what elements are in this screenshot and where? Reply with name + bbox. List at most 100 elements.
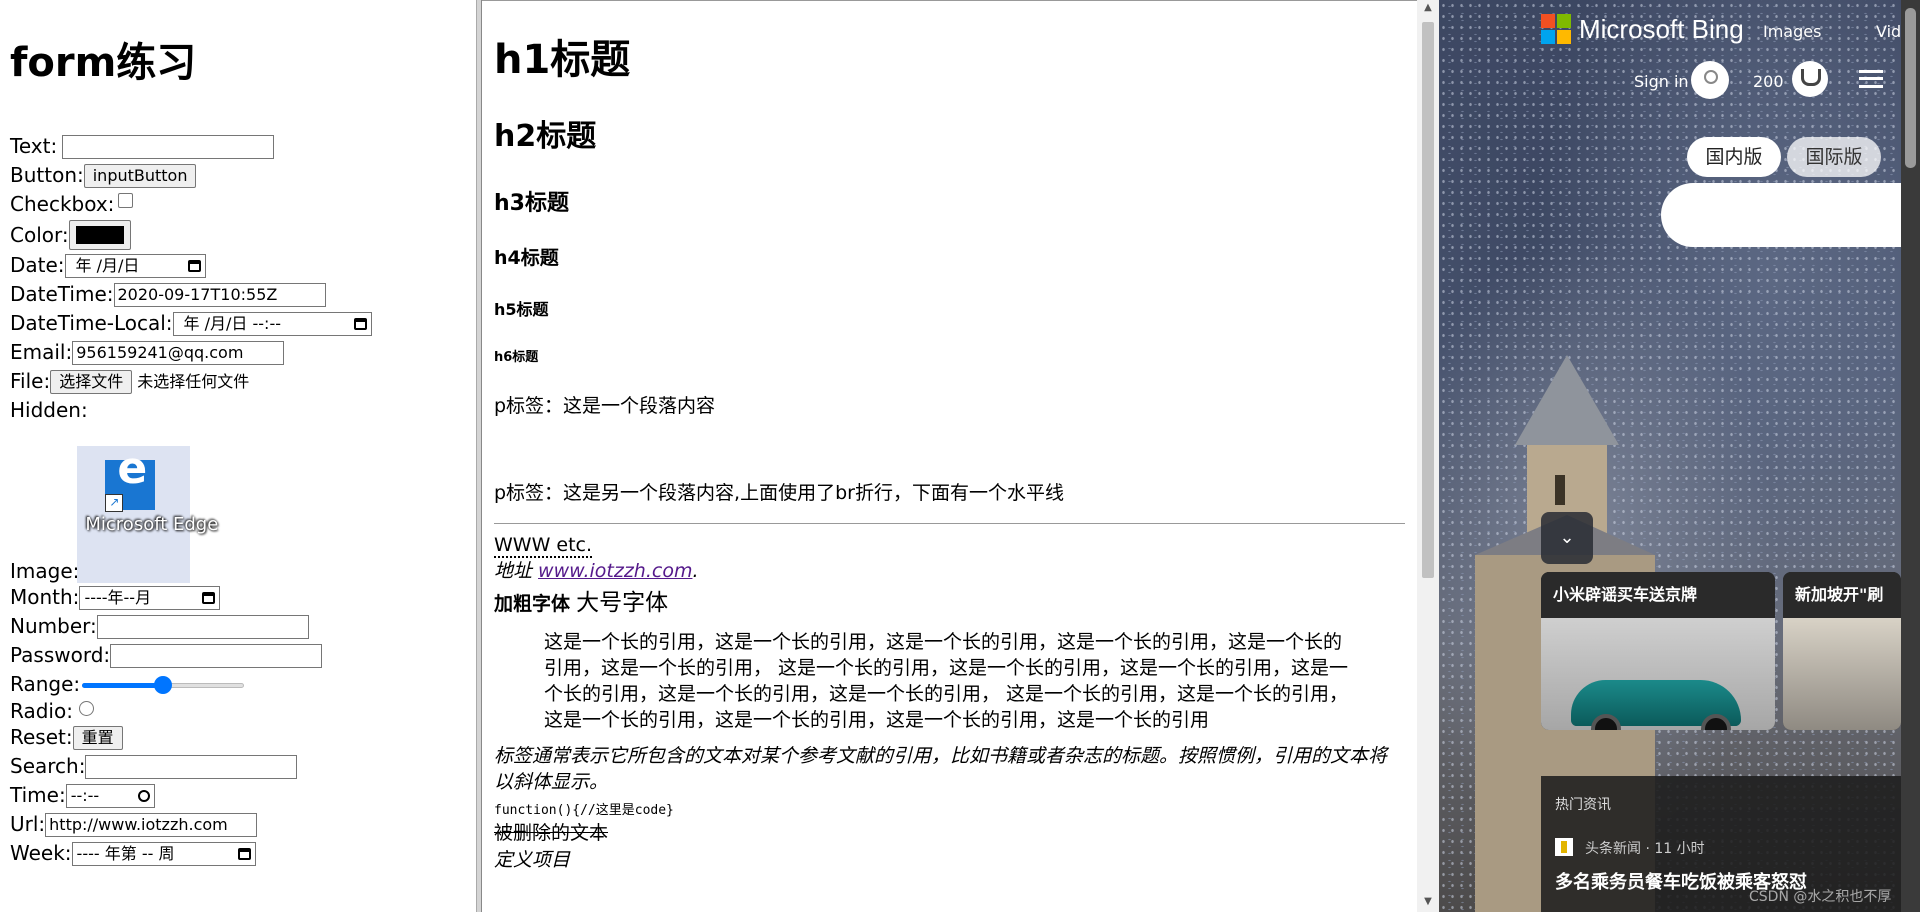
rewards-trophy-icon[interactable] — [1792, 61, 1828, 97]
input-button[interactable]: inputButton — [83, 163, 197, 188]
calendar-icon[interactable] — [187, 259, 201, 272]
heading-h2: h2标题 — [494, 119, 597, 154]
calendar-icon[interactable] — [353, 317, 367, 330]
microsoft-logo-icon[interactable] — [1541, 14, 1571, 44]
scrollbar-thumb[interactable] — [1422, 22, 1434, 578]
url-label: Url: — [10, 812, 46, 836]
clock-icon[interactable] — [137, 789, 150, 802]
tab-domestic[interactable]: 国内版 — [1687, 137, 1781, 177]
hamburger-menu-icon[interactable] — [1859, 70, 1883, 88]
deleted-text: 被删除的文本 — [494, 822, 609, 844]
image-row: Image: ↗ Microsoft Edge — [10, 425, 466, 583]
bathroom-photo — [1783, 618, 1901, 730]
news-card-1-title: 小米辟谣买车送京牌 — [1541, 572, 1775, 618]
heading-h6: h6标题 — [494, 350, 539, 365]
color-row: Color: — [10, 219, 466, 251]
user-avatar-icon[interactable] — [1691, 61, 1729, 99]
range-slider[interactable] — [82, 675, 245, 694]
number-label: Number: — [10, 614, 97, 638]
text-label: Text: — [10, 134, 58, 158]
bing-brand[interactable]: Microsoft Bing — [1579, 14, 1744, 45]
date-value: 年 /月/日 — [75, 256, 140, 275]
week-value: ---- 年第 -- 周 — [76, 844, 175, 863]
big-text: 大号字体 — [576, 590, 669, 616]
html-tags-panel: h1标题 h2标题 h3标题 h4标题 h5标题 h6标题 p标签：这是一个段落… — [482, 0, 1417, 912]
radio-input[interactable] — [78, 700, 94, 716]
month-row: Month: ----年--月 — [10, 583, 466, 612]
time-label: Time: — [10, 783, 66, 807]
text-row: Text: — [10, 132, 466, 161]
text-input[interactable] — [62, 134, 275, 159]
button-row: Button: inputButton — [10, 161, 466, 190]
horizontal-rule — [494, 523, 1405, 524]
shortcut-arrow-icon: ↗ — [105, 494, 124, 512]
bold-text: 加粗字体 — [494, 593, 571, 615]
week-input[interactable]: ---- 年第 -- 周 — [71, 841, 256, 866]
time-value: --:-- — [70, 786, 100, 805]
date-label: Date: — [10, 253, 65, 277]
range-label: Range: — [10, 672, 81, 696]
definition-term: 定义项目 — [494, 849, 571, 871]
scroll-down-arrow-icon[interactable]: ▼ — [1423, 896, 1433, 907]
search-box[interactable] — [1661, 183, 1920, 247]
chevron-down-icon[interactable]: ⌄ — [1541, 512, 1593, 564]
image-label: Image: — [10, 559, 80, 583]
file-row: File: 选择文件 未选择任何文件 — [10, 367, 466, 396]
datetime-local-value: 年 /月/日 --:-- — [183, 314, 281, 333]
scrollbar-thumb[interactable] — [1905, 8, 1916, 168]
news-card-2[interactable]: 新加坡开"刷厕 — [1783, 572, 1901, 730]
checkbox-row: Checkbox: — [10, 190, 466, 219]
reset-button[interactable]: 重置 — [72, 725, 123, 750]
password-input[interactable] — [110, 643, 323, 668]
nav-images[interactable]: Images — [1763, 22, 1821, 41]
news-card-2-title: 新加坡开"刷厕 — [1783, 572, 1901, 650]
tab-international[interactable]: 国际版 — [1787, 137, 1881, 177]
range-thumb[interactable] — [154, 675, 173, 694]
address-prefix: 地址 — [494, 560, 539, 582]
file-label: File: — [10, 369, 51, 393]
heading-h4: h4标题 — [494, 247, 559, 269]
week-label: Week: — [10, 841, 72, 865]
calendar-icon[interactable] — [237, 847, 251, 860]
date-row: Date: 年 /月/日 — [10, 251, 466, 280]
date-input[interactable]: 年 /月/日 — [64, 253, 206, 278]
checkbox-input[interactable] — [118, 193, 134, 208]
car-photo — [1541, 618, 1775, 730]
reset-row: Reset: 重置 — [10, 723, 466, 752]
radio-row: Radio: — [10, 699, 466, 723]
hot-news-header: 热门资讯 — [1555, 797, 1611, 813]
scroll-up-arrow-icon[interactable]: ▲ — [1423, 2, 1433, 13]
hidden-label: Hidden: — [10, 398, 88, 422]
news-card-1[interactable]: 小米辟谣买车送京牌 — [1541, 572, 1775, 730]
address-link[interactable]: www.iotzzh.com — [538, 560, 692, 582]
color-label: Color: — [10, 222, 69, 247]
heading-h1: h1标题 — [494, 37, 631, 83]
datetime-input[interactable]: 2020-09-17T10:55Z — [113, 282, 326, 307]
url-input[interactable]: http://www.iotzzh.com — [45, 812, 258, 837]
watermark: CSDN @水之积也不厚 — [1749, 889, 1892, 905]
password-row: Password: — [10, 641, 466, 670]
sign-in-link[interactable]: Sign in — [1634, 72, 1689, 91]
image-input-button[interactable]: ↗ Microsoft Edge — [77, 446, 218, 583]
news-source-icon — [1555, 838, 1573, 856]
number-input[interactable] — [96, 614, 309, 639]
abbreviation: WWW etc. — [494, 534, 593, 558]
middle-scrollbar[interactable]: ▲ ▼ — [1417, 0, 1439, 912]
time-input[interactable]: --:-- — [65, 783, 155, 808]
button-label: Button: — [10, 163, 84, 187]
number-row: Number: — [10, 612, 466, 641]
datetime-local-input[interactable]: 年 /月/日 --:-- — [172, 311, 372, 336]
heading-h5: h5标题 — [494, 300, 549, 319]
calendar-icon[interactable] — [202, 591, 216, 604]
bing-panel: Microsoft Bing Images Videos Sign in 200… — [1439, 0, 1920, 912]
right-scrollbar[interactable] — [1901, 0, 1920, 912]
checkbox-label: Checkbox: — [10, 192, 115, 216]
month-input[interactable]: ----年--月 — [79, 585, 221, 610]
choose-file-button[interactable]: 选择文件 — [50, 369, 133, 394]
search-input[interactable] — [85, 754, 298, 779]
heading-h3: h3标题 — [494, 191, 569, 216]
email-input[interactable]: 956159241@qq.com — [72, 340, 285, 365]
month-value: ----年--月 — [84, 588, 152, 607]
color-picker[interactable] — [68, 220, 131, 250]
week-row: Week: ---- 年第 -- 周 — [10, 839, 466, 868]
